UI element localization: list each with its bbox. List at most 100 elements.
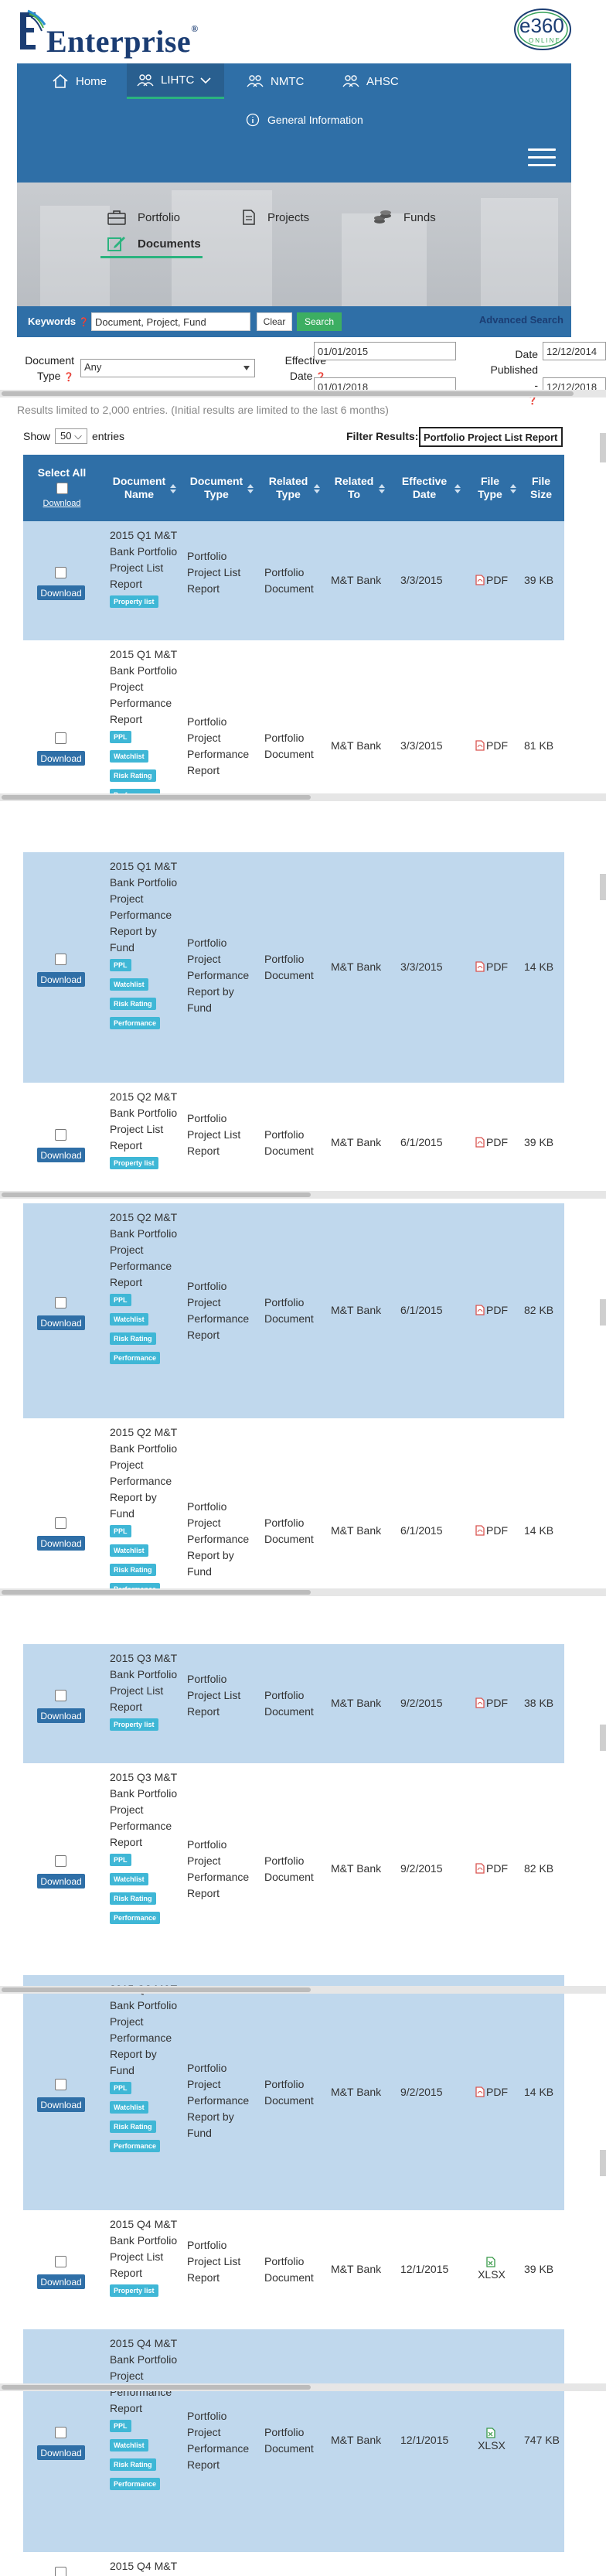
tag-badge[interactable]: Risk Rating [110,1892,156,1905]
tag-badge[interactable]: Risk Rating [110,998,156,1010]
document-name[interactable]: 2015 Q2 M&T Bank Portfolio Project Perfo… [110,1424,179,1599]
tag-badge[interactable]: PPL [110,1294,131,1306]
document-type-select[interactable]: Any [80,359,255,377]
table-row[interactable]: Download 2015 Q2 M&T Bank Portfolio Proje… [23,1083,564,1203]
row-download-button[interactable]: Download [37,1874,85,1888]
menu-toggle-button[interactable] [528,148,556,169]
document-name[interactable]: 2015 Q2 M&T Bank Portfolio Project List … [110,1089,179,1173]
search-button[interactable]: Search [297,312,342,331]
horizontal-scrollbar[interactable] [0,1986,606,1994]
document-name[interactable]: 2015 Q1 M&T Bank Portfolio Project Perfo… [110,647,179,805]
vertical-scrollbar[interactable] [600,1299,606,1326]
tag-badge[interactable]: PPL [110,2082,131,2094]
file-type-cell[interactable]: XLSX [470,2427,513,2451]
tag-badge[interactable]: Watchlist [110,1873,148,1885]
row-download-button[interactable]: Download [37,2445,85,2460]
tag-badge[interactable]: Risk Rating [110,1332,156,1345]
tag-badge[interactable]: PPL [110,959,131,971]
row-checkbox[interactable] [55,567,66,578]
tag-badge[interactable]: Risk Rating [110,769,156,782]
nav-lihtc[interactable]: LIHTC [127,63,224,99]
tab-funds[interactable]: Funds [373,209,436,226]
tag-badge[interactable]: Watchlist [110,978,148,991]
row-checkbox[interactable] [55,1517,66,1529]
tag-badge[interactable]: Performance [110,1017,161,1029]
table-row[interactable]: Download 2015 Q4 M&T Bank Portfolio Proje… [23,2329,564,2552]
effective-date-from-input[interactable] [314,342,456,360]
tag-badge[interactable]: PPL [110,1525,131,1537]
document-name[interactable]: 2015 Q4 M&T Bank Portfolio Project Perfo… [110,2335,179,2494]
page-length-select[interactable]: 50 ⌵ [55,428,87,444]
table-row[interactable]: Download 2015 Q3 M&T Bank Portfolio Proje… [23,1975,564,2210]
horizontal-scrollbar[interactable] [0,1191,606,1199]
vertical-scrollbar[interactable] [600,2150,606,2176]
tag-badge[interactable]: PPL [110,731,131,743]
table-row[interactable]: Download 2015 Q4 M&T Bank Portfolio Proje… [23,2210,564,2329]
row-checkbox[interactable] [55,2079,66,2090]
file-type-cell[interactable]: PDF [470,1524,513,1537]
row-download-button[interactable]: Download [37,1148,85,1162]
help-icon[interactable]: ❓ [79,318,90,327]
row-checkbox[interactable] [55,954,66,965]
horizontal-scrollbar[interactable] [0,793,606,801]
row-checkbox[interactable] [55,1129,66,1141]
nav-general-information[interactable]: General Information [246,113,363,127]
tag-badge[interactable]: Performance [110,2140,161,2152]
help-icon[interactable]: ❓ [63,373,74,382]
filter-results-input[interactable] [419,427,563,447]
clear-button[interactable]: Clear [257,312,292,331]
column-effective-date[interactable]: Effective Date [386,455,462,521]
table-row[interactable]: Download 2015 Q1 M&T Bank Portfolio Proje… [23,640,564,852]
tag-badge[interactable]: Watchlist [110,2439,148,2451]
row-download-button[interactable]: Download [37,972,85,987]
horizontal-scrollbar[interactable] [0,2383,606,2391]
column-related-type[interactable]: Related Type [255,455,322,521]
tag-badge[interactable]: Risk Rating [110,2121,156,2133]
tab-documents[interactable]: Documents [100,235,203,258]
row-checkbox[interactable] [55,1297,66,1308]
vertical-scrollbar[interactable] [600,874,606,900]
document-name[interactable]: 2015 Q1 M&T Bank Portfolio Project List … [110,527,179,612]
file-type-cell[interactable]: PDF [470,574,513,586]
document-name[interactable]: 2015 Q1 M&T Bank Portfolio Project Perfo… [110,858,179,1033]
tag-badge[interactable]: PPL [110,1854,131,1866]
nav-nmtc[interactable]: NMTC [246,63,304,99]
tag-badge[interactable]: Performance [110,1352,161,1364]
date-published-from-input[interactable] [543,342,606,360]
file-type-cell[interactable]: PDF [470,1862,513,1875]
tag-badge[interactable]: Performance [110,2478,161,2490]
tag-badge[interactable]: Watchlist [110,1313,148,1326]
advanced-search-link[interactable]: Advanced Search [479,314,563,326]
file-type-cell[interactable]: PDF [470,739,513,752]
row-download-button[interactable]: Download [37,2274,85,2289]
vertical-scrollbar[interactable] [600,1725,606,1751]
table-row[interactable]: Download 2015 Q3 M&T Bank Portfolio Proje… [23,1763,564,1975]
row-download-button[interactable]: Download [37,585,85,600]
row-checkbox[interactable] [55,2567,66,2576]
table-row[interactable]: 2015 Q4 M&T Bank [23,2552,564,2576]
tab-portfolio[interactable]: Portfolio [107,209,180,226]
row-download-button[interactable]: Download [37,751,85,766]
file-type-cell[interactable]: XLSX [470,2256,513,2281]
tag-badge[interactable]: Property list [110,1718,158,1731]
file-type-cell[interactable]: PDF [470,2086,513,2098]
row-checkbox[interactable] [55,2427,66,2438]
keywords-input[interactable] [91,312,250,331]
horizontal-scrollbar[interactable] [0,1588,606,1596]
tag-badge[interactable]: Property list [110,1157,158,1169]
horizontal-scrollbar[interactable] [0,390,606,397]
e360-badge[interactable]: e360 ONLINE [513,8,572,51]
table-row[interactable]: Download 2015 Q1 M&T Bank Portfolio Proje… [23,852,564,1083]
vertical-scrollbar[interactable] [600,433,606,462]
column-document-type[interactable]: Document Type [178,455,255,521]
tag-badge[interactable]: PPL [110,2420,131,2432]
nav-ahsc[interactable]: AHSC [342,63,399,99]
document-name[interactable]: 2015 Q3 M&T Bank Portfolio Project Perfo… [110,1981,179,2156]
column-document-name[interactable]: Document Name [100,455,178,521]
row-checkbox[interactable] [55,2256,66,2267]
column-file-size[interactable]: File Size [518,455,564,521]
tag-badge[interactable]: Watchlist [110,2101,148,2114]
download-selected-link[interactable]: Download [43,497,81,510]
nav-home[interactable]: Home [51,63,107,99]
tag-badge[interactable]: Risk Rating [110,1564,156,1576]
